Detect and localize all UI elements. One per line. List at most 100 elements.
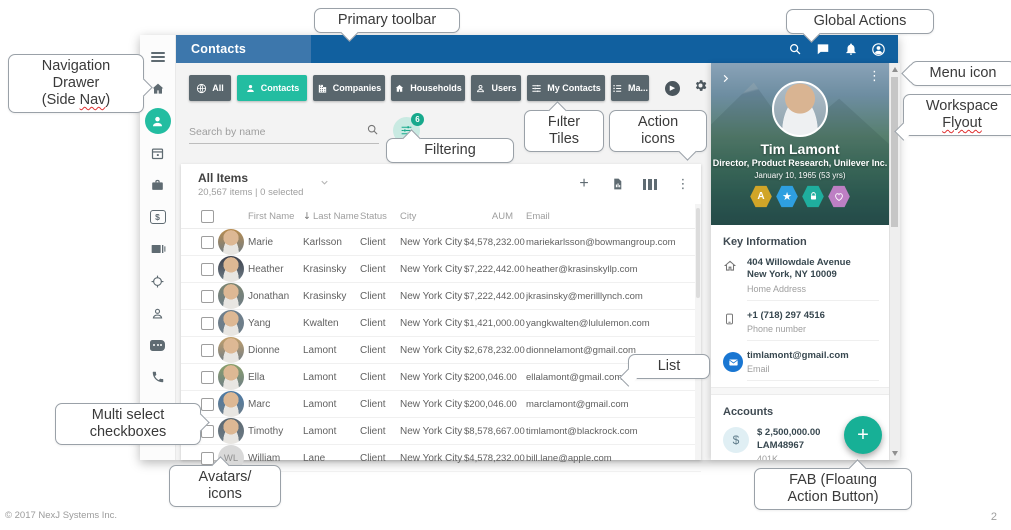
callout-list: List (628, 354, 710, 379)
briefcase-icon[interactable] (145, 172, 171, 198)
tiles-settings-gear-icon[interactable] (693, 78, 708, 98)
list-summary: 20,567 items | 0 selected (198, 187, 303, 198)
column-last-name[interactable]: ↓Last Name (303, 211, 360, 222)
flyout-photo-header: ⋮ Tim Lamont Director, Product Research,… (711, 63, 889, 225)
search-field-icon[interactable] (366, 123, 379, 141)
badge-a[interactable]: A (750, 185, 773, 208)
more-vertical-icon[interactable]: ⋮ (675, 176, 691, 192)
row-checkbox[interactable] (201, 452, 214, 465)
row-checkbox[interactable] (201, 317, 214, 330)
export-file-icon[interactable] (609, 176, 625, 192)
add-icon[interactable]: + (576, 176, 592, 192)
column-first-name[interactable]: First Name (248, 211, 303, 222)
scroll-up-arrow-icon[interactable] (892, 67, 898, 72)
key-info-phone[interactable]: +1 (718) 297 4516 Phone number (711, 307, 889, 347)
user-account-icon[interactable] (871, 42, 886, 57)
table-row[interactable]: Jonathan Krasinsky Client New York City … (181, 283, 701, 310)
calendar-icon[interactable] (145, 140, 171, 166)
table-row[interactable]: Marie Karlsson Client New York City $4,5… (181, 229, 701, 256)
row-checkbox[interactable] (201, 236, 214, 249)
contacts-nav-icon[interactable] (145, 108, 171, 134)
tile-companies[interactable]: Companies (313, 75, 385, 101)
list-icon (612, 83, 623, 94)
scroll-down-arrow-icon[interactable] (892, 451, 898, 456)
avatar (218, 310, 244, 336)
row-checkbox[interactable] (201, 263, 214, 276)
filter-count-badge: 6 (411, 113, 424, 126)
chat-icon[interactable] (815, 42, 830, 57)
row-checkbox[interactable] (201, 398, 214, 411)
flyout-menu-icon[interactable]: ⋮ (868, 69, 881, 84)
list-card: All Items 20,567 items | 0 selected + ⋮ (181, 164, 701, 460)
contact-name: Tim Lamont (711, 141, 889, 157)
table-row[interactable]: Heather Krasinsky Client New York City $… (181, 256, 701, 283)
key-info-email[interactable]: timlamont@gmail.com Email (711, 347, 889, 387)
contact-role: Director, Product Research, Unilever Inc… (711, 158, 889, 168)
avatar (218, 337, 244, 363)
page-number: 2 (991, 511, 997, 523)
notifications-bell-icon[interactable] (843, 42, 858, 57)
row-checkbox[interactable] (201, 371, 214, 384)
badge-heart-icon[interactable] (828, 185, 851, 208)
home-outline-icon (723, 257, 747, 301)
column-city[interactable]: City (400, 211, 464, 222)
flyout-scrollbar[interactable] (889, 63, 900, 460)
dollar-square-icon[interactable]: $ (145, 204, 171, 230)
table-row[interactable]: Yang Kwalten Client New York City $1,421… (181, 310, 701, 337)
column-email[interactable]: Email (526, 211, 693, 222)
tile-my-contacts[interactable]: My Contacts (527, 75, 605, 101)
row-checkbox[interactable] (201, 344, 214, 357)
global-actions (787, 42, 898, 57)
tile-users[interactable]: Users (471, 75, 521, 101)
select-all-checkbox[interactable] (201, 210, 214, 223)
table-row[interactable]: Marc Lamont Client New York City $200,04… (181, 391, 701, 418)
tile-households[interactable]: Households (391, 75, 465, 101)
user-outline-icon (475, 83, 486, 94)
email-icon (723, 350, 747, 381)
contact-dob: January 10, 1965 (53 yrs) (711, 171, 889, 180)
home-icon (394, 83, 405, 94)
phone-icon[interactable] (145, 364, 171, 390)
callout-global-actions: Global Actions (786, 9, 934, 34)
hamburger-menu-icon[interactable] (145, 44, 171, 70)
expand-tiles-icon[interactable]: ▶ (665, 81, 680, 96)
globe-icon (196, 83, 207, 94)
row-checkbox[interactable] (201, 290, 214, 303)
table-row[interactable]: Dionne Lamont Client New York City $2,67… (181, 337, 701, 364)
tag-comment-icon[interactable] (145, 332, 171, 358)
callout-action-icons: Action icons (609, 110, 707, 152)
search-icon[interactable] (787, 42, 802, 57)
column-aum[interactable]: AUM (464, 211, 513, 222)
collapse-chevron-icon[interactable] (720, 71, 731, 89)
table-header: First Name ↓Last Name Status City AUM Em… (181, 204, 701, 229)
target-icon[interactable] (145, 268, 171, 294)
app-window: $ Contacts (140, 35, 898, 460)
person-outline-icon[interactable] (145, 300, 171, 326)
badge-lock-icon[interactable] (802, 185, 825, 208)
list-scrollbar[interactable] (695, 204, 701, 460)
search-input[interactable] (189, 126, 366, 138)
scrollbar-thumb[interactable] (891, 77, 898, 227)
columns-icon[interactable] (642, 176, 658, 192)
callout-fab: FAB (Floating Action Button) (754, 468, 912, 510)
contact-photo-avatar (772, 81, 828, 137)
tile-more[interactable]: Ma... (611, 75, 649, 101)
list-dropdown-chevron-icon[interactable] (319, 175, 330, 193)
badge-star-icon[interactable]: ★ (776, 185, 799, 208)
search-field[interactable] (189, 121, 379, 144)
callout-primary-toolbar: Primary toolbar (314, 8, 460, 33)
table-row[interactable]: Timothy Lamont Client New York City $8,5… (181, 418, 701, 445)
callout-filter-tiles: Filter Tiles (524, 110, 604, 152)
list-action-icons: + ⋮ (576, 176, 691, 192)
key-information-title: Key Information (711, 225, 889, 254)
key-info-address[interactable]: 404 Willowdale Avenue New York, NY 10009… (711, 254, 889, 307)
filter-tiles: All Contacts Companies Households Users (189, 75, 711, 101)
contact-card-icon[interactable] (145, 236, 171, 262)
main-area: Contacts All (176, 35, 898, 460)
tile-all[interactable]: All (189, 75, 231, 101)
callout-navigation-drawer: Navigation Drawer (Side Nav) (8, 54, 144, 113)
column-status[interactable]: Status (360, 211, 400, 222)
tile-contacts[interactable]: Contacts (237, 75, 307, 101)
fab-button[interactable]: + (844, 416, 882, 454)
avatar (218, 418, 244, 444)
